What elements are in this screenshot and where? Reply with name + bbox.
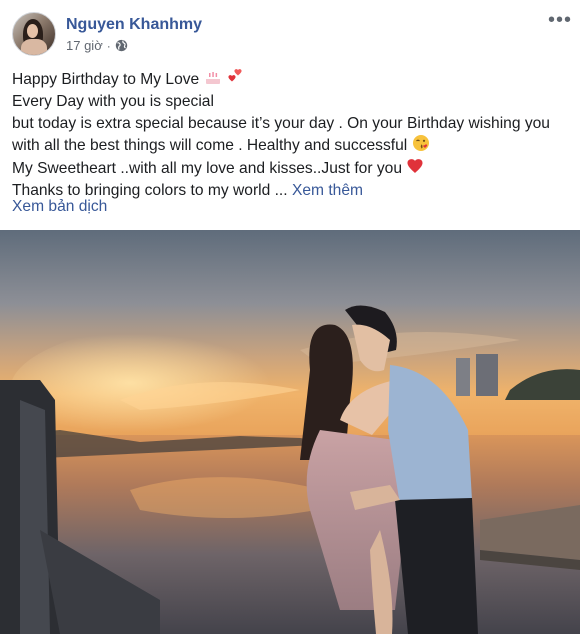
meta-separator: · (106, 38, 111, 53)
post-line-3: but today is extra special because it’s … (12, 114, 550, 155)
birthday-cake-icon (205, 72, 220, 84)
post-meta: 17 giờ · (66, 38, 128, 53)
see-more-link[interactable]: Xem thêm (292, 182, 363, 199)
post-text: Happy Birthday to My Love Every Day with… (12, 68, 568, 202)
post-line-5: Thanks to bringing colors to my world ..… (12, 181, 288, 199)
couple-sunset-photo (0, 230, 580, 634)
post-photo[interactable] (0, 230, 580, 634)
globe-icon[interactable] (115, 39, 128, 52)
post-line-4: My Sweetheart ..with all my love and kis… (12, 160, 402, 178)
post-time[interactable]: 17 giờ (66, 38, 103, 53)
red-heart-icon (407, 159, 423, 174)
more-options-icon[interactable]: ••• (548, 10, 572, 30)
author-name[interactable]: Nguyen Khanhmy (66, 16, 202, 34)
see-translation-link[interactable]: Xem bản dịch (12, 198, 107, 216)
post-line-1: Happy Birthday to My Love (12, 71, 200, 88)
author-avatar[interactable] (12, 12, 56, 56)
hearts-icon (228, 69, 242, 82)
kiss-face-icon (412, 135, 429, 152)
facebook-post: Nguyen Khanhmy 17 giờ · ••• Happy Birthd… (0, 0, 580, 634)
post-line-2: Every Day with you is special (12, 92, 214, 110)
